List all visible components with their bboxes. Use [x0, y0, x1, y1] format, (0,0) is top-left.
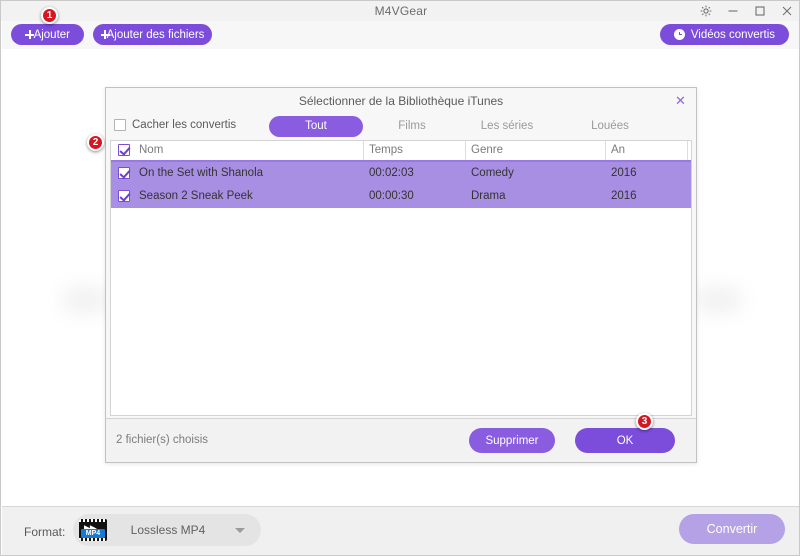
converted-videos-button[interactable]: Vidéos convertis [659, 24, 789, 45]
background-watermark-right [692, 285, 744, 315]
hide-converted-checkbox[interactable]: Cacher les convertis [114, 119, 236, 131]
plus-icon [25, 30, 33, 39]
window-controls [699, 1, 793, 21]
cell-nom: On the Set with Shanola [139, 167, 264, 179]
column-header-temps[interactable]: Temps [364, 141, 466, 160]
add-button[interactable]: Ajouter [11, 24, 84, 45]
cell-temps: 00:00:30 [369, 190, 414, 202]
column-header-nom[interactable]: Nom [111, 141, 364, 160]
cell-an: 2016 [611, 167, 637, 179]
status-text: 2 fichier(s) choisis [116, 434, 209, 446]
cell-temps: 00:02:03 [369, 167, 414, 179]
table-row[interactable]: On the Set with Shanola 00:02:03 Comedy … [111, 162, 691, 185]
delete-button[interactable]: Supprimer [469, 428, 555, 453]
hide-converted-label: Cacher les convertis [132, 119, 237, 131]
checkbox-icon [114, 119, 126, 131]
chevron-down-icon [235, 527, 245, 533]
cell-genre: Comedy [471, 167, 514, 179]
tab-tout[interactable]: Tout [269, 116, 363, 137]
convert-button-label: Convertir [706, 522, 758, 536]
minimize-icon[interactable] [726, 5, 739, 18]
ok-button-label: OK [616, 434, 634, 447]
tab-films[interactable]: Films [374, 116, 450, 137]
maximize-icon[interactable] [753, 5, 766, 18]
column-header-an[interactable]: An [606, 141, 688, 160]
format-value: Lossless MP4 [130, 523, 206, 537]
film-strip-bottom [79, 538, 107, 541]
cell-nom: Season 2 Sneak Peek [139, 190, 253, 202]
close-icon[interactable]: ✕ [673, 93, 688, 108]
add-files-button[interactable]: Ajouter des fichiers [93, 24, 212, 45]
gear-icon[interactable] [699, 5, 712, 18]
format-selector[interactable]: ▶▶ MP4 Lossless MP4 [73, 514, 261, 546]
dialog-tabs-row: Cacher les convertis Tout Films Les séri… [106, 114, 696, 140]
page-title: M4VGear [374, 4, 428, 18]
media-table: Nom Temps Genre An On the Set with Shano… [110, 140, 692, 416]
format-label: Format: [24, 525, 66, 539]
delete-button-label: Supprimer [485, 434, 539, 447]
row-checkbox[interactable] [118, 190, 130, 202]
dialog-titlebar: Sélectionner de la Bibliothèque iTunes ✕ [106, 88, 696, 114]
film-strip-top [79, 519, 107, 522]
itunes-library-dialog: Sélectionner de la Bibliothèque iTunes ✕… [105, 87, 697, 463]
add-files-button-label: Ajouter des fichiers [106, 28, 205, 41]
tab-les-series[interactable]: Les séries [464, 116, 550, 137]
row-checkbox[interactable] [118, 167, 130, 179]
mp4-format-icon: ▶▶ MP4 [79, 519, 107, 541]
tab-louees[interactable]: Louées [570, 116, 650, 137]
converted-videos-label: Vidéos convertis [690, 28, 775, 41]
column-header-spacer [688, 141, 691, 160]
table-row[interactable]: Season 2 Sneak Peek 00:00:30 Drama 2016 [111, 185, 691, 208]
close-icon[interactable] [780, 5, 793, 18]
cell-an: 2016 [611, 190, 637, 202]
step-marker-2: 2 [87, 134, 104, 151]
mp4-badge-label: MP4 [81, 528, 105, 538]
table-header-row: Nom Temps Genre An [111, 141, 691, 162]
step-marker-1: 1 [41, 7, 58, 24]
application-window: M4VGear Ajouter Ajouter des fichiers Vid… [0, 0, 800, 556]
clock-icon [673, 29, 685, 40]
cell-genre: Drama [471, 190, 506, 202]
column-header-genre[interactable]: Genre [466, 141, 606, 160]
window-titlebar: M4VGear [1, 1, 799, 21]
ok-button[interactable]: OK [575, 428, 675, 453]
convert-button[interactable]: Convertir [679, 514, 785, 544]
dialog-title: Sélectionner de la Bibliothèque iTunes [298, 94, 504, 108]
add-button-label: Ajouter [33, 28, 70, 41]
step-marker-3: 3 [636, 413, 653, 430]
dialog-footer: 2 fichier(s) choisis Supprimer OK [106, 418, 696, 462]
